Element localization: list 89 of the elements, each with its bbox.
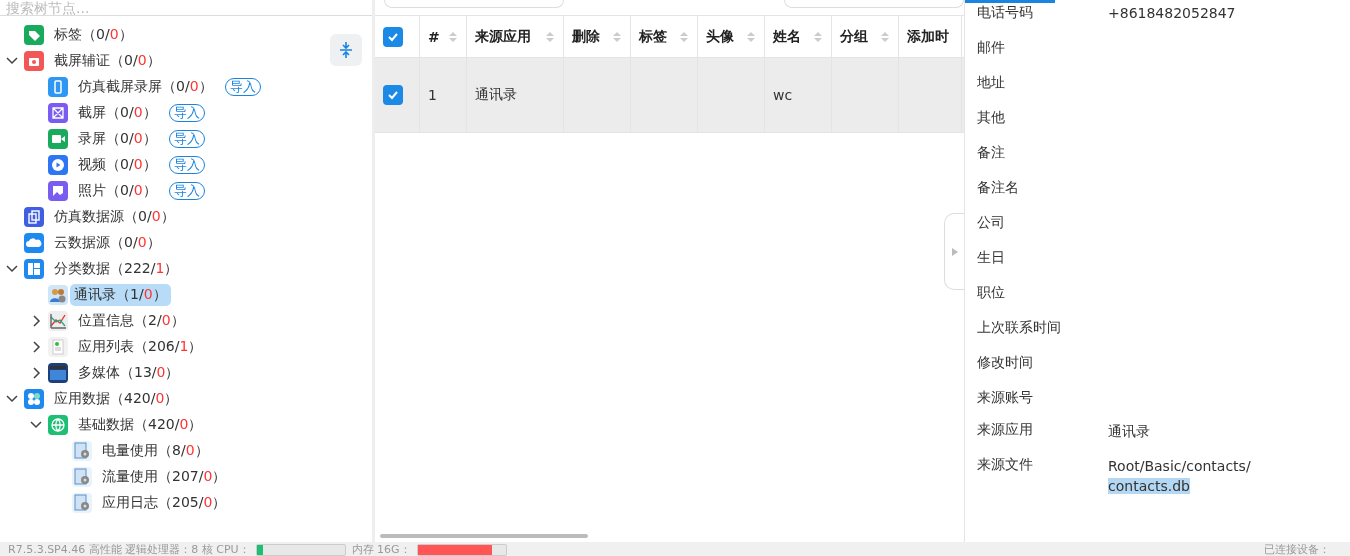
- field-label: 地址: [977, 74, 1005, 91]
- tree-item[interactable]: 流量使用（207/0）: [98, 466, 231, 488]
- document-gear-icon: [72, 467, 92, 487]
- chart-icon: [48, 311, 68, 331]
- field-label: 上次联系时间: [977, 319, 1061, 336]
- tree-item[interactable]: 多媒体（13/0）: [74, 362, 184, 384]
- column-header: 姓名: [773, 27, 802, 46]
- sort-icon[interactable]: [545, 29, 555, 44]
- sort-icon[interactable]: [679, 29, 689, 44]
- tree-item[interactable]: 仿真数据源（0/0）: [50, 206, 179, 228]
- tree-item[interactable]: 分类数据（222/1）: [50, 258, 183, 280]
- field-label: 生日: [977, 249, 1005, 266]
- tree-item[interactable]: 基础数据（420/0）: [74, 414, 207, 436]
- phone-icon: [48, 77, 68, 97]
- tree-item[interactable]: 电量使用（8/0）: [98, 440, 213, 462]
- column-header: 头像: [706, 27, 735, 46]
- cloud-icon: [24, 233, 44, 253]
- collapse-button[interactable]: [330, 34, 362, 66]
- import-button[interactable]: 导入: [224, 78, 261, 96]
- column-header: 添加时: [907, 27, 950, 46]
- copy-icon: [24, 207, 44, 227]
- column-header: 删除: [572, 27, 601, 46]
- tree-item[interactable]: 云数据源（0/0）: [50, 232, 165, 254]
- sort-icon[interactable]: [612, 29, 622, 44]
- image-icon: [48, 181, 68, 201]
- sort-icon[interactable]: [746, 29, 756, 44]
- tag-icon: [24, 25, 44, 45]
- field-label: 电话号码: [977, 4, 1033, 21]
- import-button[interactable]: 导入: [168, 156, 205, 174]
- document-gear-icon: [72, 493, 92, 513]
- crop-icon: [48, 103, 68, 123]
- tree-item[interactable]: 应用数据（420/0）: [50, 388, 183, 410]
- field-label: 修改时间: [977, 354, 1033, 371]
- tree-item[interactable]: 录屏（0/0）: [74, 128, 161, 150]
- film-icon: [48, 363, 68, 383]
- field-value: 通讯录: [1108, 422, 1151, 441]
- table-row[interactable]: 1 通讯录 wc: [375, 58, 964, 133]
- field-label: 邮件: [977, 39, 1005, 56]
- globe-icon: [48, 415, 68, 435]
- scrollbar[interactable]: [380, 534, 588, 538]
- column-header: 标签: [639, 27, 668, 46]
- tree-item[interactable]: 位置信息（2/0）: [74, 310, 189, 332]
- field-value: +8618482052847: [1108, 3, 1237, 23]
- column-header: 来源应用: [475, 27, 532, 46]
- status-text: 已连接设备：: [1264, 541, 1330, 556]
- field-label: 职位: [977, 284, 1005, 301]
- field-label: 来源账号: [977, 389, 1033, 406]
- apps-icon: [24, 389, 44, 409]
- checkbox[interactable]: [383, 26, 403, 47]
- collapse-icon: [339, 41, 353, 59]
- column-header: #: [428, 28, 441, 45]
- field-label: 公司: [977, 214, 1005, 231]
- sort-icon[interactable]: [813, 29, 823, 44]
- field-label: 备注: [977, 144, 1005, 161]
- field-label: 其他: [977, 109, 1005, 126]
- play-icon: [48, 155, 68, 175]
- tree-item[interactable]: 标签（0/0）: [50, 24, 137, 46]
- table-cell: 通讯录: [475, 86, 517, 104]
- status-text: 内存 16G：: [351, 541, 411, 556]
- sort-icon[interactable]: [448, 29, 458, 44]
- document-icon: [48, 337, 68, 357]
- tree-item[interactable]: 视频（0/0）: [74, 154, 161, 176]
- field-label: 来源文件: [977, 456, 1033, 473]
- triangle-icon: [950, 246, 959, 257]
- tree-item[interactable]: 应用列表（206/1）: [74, 336, 207, 358]
- status-text: R7.5.3.SP4.46 高性能 逻辑处理器：8 核 CPU：: [8, 541, 250, 556]
- column-header: 分组: [840, 27, 869, 46]
- people-icon: [48, 285, 68, 305]
- tree-item[interactable]: 仿真截屏录屏（0/0）: [74, 76, 217, 98]
- video-camera-icon: [48, 129, 68, 149]
- import-button[interactable]: 导入: [168, 130, 205, 148]
- import-button[interactable]: 导入: [168, 182, 205, 200]
- sort-icon[interactable]: [880, 29, 890, 44]
- import-button[interactable]: 导入: [168, 104, 205, 122]
- document-gear-icon: [72, 441, 92, 461]
- tree-item[interactable]: 截屏（0/0）: [74, 102, 161, 124]
- table-cell: 1: [428, 87, 437, 103]
- expand-handle[interactable]: [944, 213, 964, 290]
- tree-item[interactable]: 照片（0/0）: [74, 180, 161, 202]
- tree-item[interactable]: 截屏辅证（0/0）: [50, 50, 165, 72]
- field-label: 来源应用: [977, 421, 1033, 438]
- field-value: Root/Basic/contacts/ contacts.db: [1108, 457, 1252, 496]
- checkbox[interactable]: [383, 85, 403, 105]
- grid-icon: [24, 259, 44, 279]
- tree-item[interactable]: 通讯录（1/0）: [70, 284, 171, 306]
- tree-item[interactable]: 应用日志（205/0）: [98, 492, 231, 514]
- table-cell: wc: [773, 87, 793, 103]
- field-label: 备注名: [977, 179, 1019, 196]
- camera-icon: [24, 51, 44, 71]
